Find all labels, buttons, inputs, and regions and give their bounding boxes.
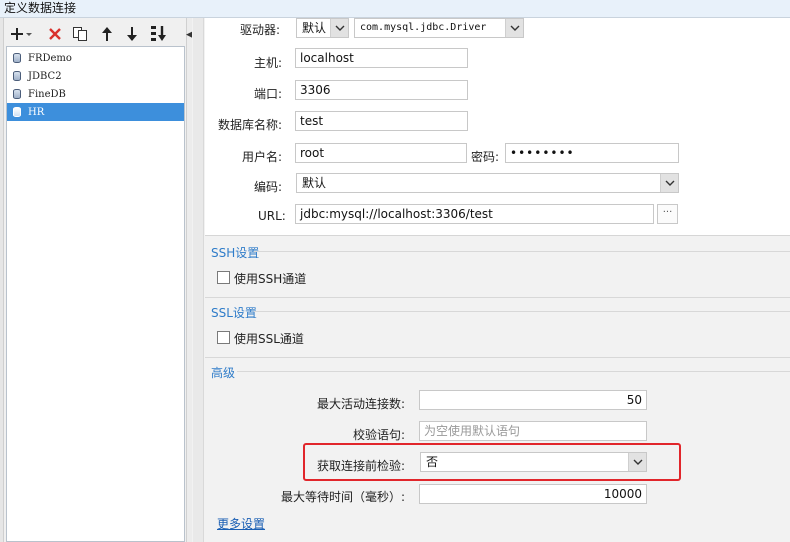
connection-item[interactable]: FineDB [7,85,184,103]
database-icon [13,53,21,63]
url-more-button[interactable]: ··· [657,204,678,224]
more-settings-link[interactable]: 更多设置 [217,515,265,532]
ssl-bottom-divider [205,357,790,358]
connection-name: JDBC2 [28,70,62,82]
password-label: 密码: [471,150,500,164]
driver-label: 驱动器: [240,23,281,37]
advanced-section-title: 高级 [211,366,236,380]
driver-class-select[interactable]: com.mysql.jdbc.Driver [354,18,524,38]
advanced-divider [237,371,790,372]
ssh-bottom-divider [205,297,790,298]
max-active-label: 最大活动连接数: [317,397,406,411]
ssl-divider [254,311,790,312]
encoding-select[interactable]: 默认 [296,173,679,193]
username-label: 用户名: [242,150,283,164]
chevron-down-icon [505,19,523,37]
driver-mode-value: 默认 [302,21,327,35]
ssh-divider [254,251,790,252]
ssh-section-title: SSH设置 [211,246,260,260]
database-icon [13,89,21,99]
url-input[interactable]: jdbc:mysql://localhost:3306/test [295,204,654,224]
host-label: 主机: [254,56,283,70]
window-title: 定义数据连接 [4,1,77,15]
connection-item[interactable]: FRDemo [7,49,184,67]
connection-name: HR [28,106,45,118]
plus-icon[interactable] [8,22,34,46]
connection-item[interactable]: JDBC2 [7,67,184,85]
ssl-section-title: SSL设置 [211,306,257,320]
max-active-input[interactable]: 50 [419,390,647,410]
connection-name: FineDB [28,88,66,100]
database-icon [13,71,21,81]
chevron-down-icon [660,174,678,192]
password-input[interactable]: •••••••• [505,143,679,163]
host-input[interactable]: localhost [295,48,468,68]
port-input[interactable]: 3306 [295,80,468,100]
validation-query-label: 校验语句: [353,428,406,442]
left-edge-strip [0,18,4,542]
connection-name: FRDemo [28,52,72,64]
ssl-checkbox[interactable] [217,331,230,344]
encoding-label: 编码: [254,180,283,194]
ssh-checkbox-label: 使用SSH通道 [234,272,307,286]
database-name-label: 数据库名称: [218,118,283,132]
vertical-scrollbar[interactable] [193,18,204,542]
window-titlebar: 定义数据连接 [0,0,790,18]
ssh-checkbox[interactable] [217,271,230,284]
connection-item-selected[interactable]: HR [7,103,184,121]
port-label: 端口: [254,87,283,101]
max-wait-label: 最大等待时间（毫秒）: [281,490,406,504]
database-icon [13,107,21,117]
username-input[interactable]: root [295,143,467,163]
ssl-checkbox-label: 使用SSL通道 [234,332,304,346]
chevron-down-icon [330,19,348,37]
url-label: URL: [258,209,286,223]
driver-mode-select[interactable]: 默认 [296,18,349,38]
connection-toolbar [6,22,186,46]
highlight-box [303,443,681,481]
validation-query-input[interactable]: 为空使用默认语句 [419,421,647,441]
close-icon[interactable] [44,22,66,46]
driver-class-value: com.mysql.jdbc.Driver [360,22,487,33]
connection-list: FRDemo JDBC2 FineDB HR [6,46,185,542]
copy-icon[interactable] [69,22,91,46]
encoding-value: 默认 [302,176,327,190]
sort-icon[interactable] [148,22,170,46]
max-wait-input[interactable]: 10000 [419,484,647,504]
arrow-down-icon[interactable] [121,22,143,46]
database-name-input[interactable]: test [295,111,468,131]
arrow-up-icon[interactable] [96,22,118,46]
